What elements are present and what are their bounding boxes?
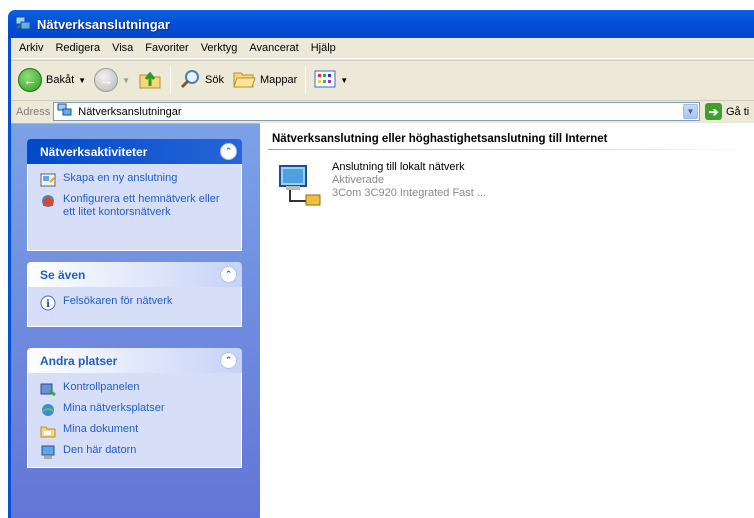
menu-arkiv[interactable]: Arkiv [13,42,49,54]
sidebar-item-control-panel[interactable]: Kontrollpanelen [40,381,231,397]
window-title: Nätverksanslutningar [37,16,170,32]
address-bar: Adress Nätverksanslutningar ▼ ➔ Gå ti [11,100,754,122]
sidebar-item-new-connection[interactable]: Skapa en ny anslutning [40,172,231,188]
other-places-title: Andra platser [40,353,118,368]
task-pane: Nätverksaktiviteter ⌃ Skapa en ny anslut… [11,123,260,518]
my-documents-icon [40,423,56,439]
sidebar-item-label: Kontrollpanelen [63,381,140,393]
back-button[interactable]: ← Bakåt ▼ [14,65,90,95]
svg-text:i: i [46,299,50,310]
views-icon [314,69,336,92]
up-folder-button[interactable] [134,65,166,95]
info-icon: i [40,295,56,311]
menu-bar: Arkiv Redigera Visa Favoriter Verktyg Av… [11,38,754,59]
address-dropdown-icon[interactable]: ▼ [683,104,698,119]
menu-visa[interactable]: Visa [106,42,139,54]
network-tasks-body: Skapa en ny anslutning Konfigurera ett h… [27,164,242,251]
sidebar-item-label: Mina nätverksplatser [63,402,165,414]
network-tasks-header[interactable]: Nätverksaktiviteter ⌃ [27,139,242,164]
folders-label: Mappar [259,74,298,86]
search-label: Sök [204,74,224,86]
network-tasks-group: Nätverksaktiviteter ⌃ Skapa en ny anslut… [27,139,242,251]
see-also-group: Se även ⌃ i Felsökaren för nätverk [27,262,242,327]
menu-redigera[interactable]: Redigera [49,42,106,54]
sidebar-item-label: Felsökaren för nätverk [63,295,173,307]
go-arrow-icon: ➔ [705,103,722,120]
sidebar-item-label: Mina dokument [63,423,139,435]
collapse-chevron-icon[interactable]: ⌃ [220,266,237,283]
sidebar-item-my-documents[interactable]: Mina dokument [40,423,231,439]
lan-connection-icon [276,161,324,209]
back-arrow-icon: ← [18,68,42,92]
toolbar-separator [169,67,171,93]
views-dropdown-icon: ▼ [340,75,349,85]
network-connections-icon [14,14,32,35]
sidebar-item-label: Den här datorn [63,444,137,456]
other-places-group: Andra platser ⌃ Kontrollpanelen Mina nät… [27,348,242,468]
toolbar-separator [305,67,307,93]
forward-dropdown-icon[interactable]: ▼ [122,76,130,85]
sidebar-item-home-network[interactable]: Konfigurera ett hemnätverk eller ett lit… [40,193,231,219]
sidebar-item-label: Konfigurera ett hemnätverk eller ett lit… [63,193,220,218]
forward-button[interactable]: → ▼ [90,65,134,95]
see-also-body: i Felsökaren för nätverk [27,287,242,327]
title-bar[interactable]: Nätverksanslutningar [8,10,754,38]
menu-hjalp[interactable]: Hjälp [305,42,342,54]
sidebar-item-network-places[interactable]: Mina nätverksplatser [40,402,231,418]
my-computer-icon [40,444,56,460]
folders-button[interactable]: Mappar [228,65,301,95]
search-icon [179,68,201,93]
other-places-body: Kontrollpanelen Mina nätverksplatser Min… [27,373,242,468]
home-network-icon [40,193,56,209]
file-list-area[interactable]: Nätverksanslutning eller höghastighetsan… [260,123,754,518]
new-connection-icon [40,172,56,188]
go-label: Gå ti [726,105,750,118]
address-label: Adress [16,105,51,118]
section-divider [268,149,754,150]
connection-item[interactable]: Anslutning till lokalt nätverk Aktiverad… [276,161,486,209]
menu-verktyg[interactable]: Verktyg [195,42,244,54]
sidebar-item-label: Skapa en ny anslutning [63,172,178,184]
see-also-header[interactable]: Se även ⌃ [27,262,242,287]
address-input[interactable]: Nätverksanslutningar ▼ [53,102,700,121]
see-also-title: Se även [40,267,86,282]
sidebar-item-my-computer[interactable]: Den här datorn [40,444,231,460]
folders-icon [232,68,256,93]
go-button[interactable]: ➔ Gå ti [700,103,754,120]
back-dropdown-icon[interactable]: ▼ [78,76,86,85]
forward-arrow-icon: → [94,68,119,92]
connection-status: Aktiverade [332,174,384,186]
window-frame: Arkiv Redigera Visa Favoriter Verktyg Av… [8,38,754,518]
up-folder-icon [138,67,162,94]
collapse-chevron-icon[interactable]: ⌃ [220,143,237,160]
control-panel-icon [40,381,56,397]
network-tasks-title: Nätverksaktiviteter [40,144,148,159]
address-location-icon [57,102,73,121]
back-label: Bakåt [46,74,75,86]
network-places-icon [40,402,56,418]
views-button[interactable]: ▼ [310,65,352,95]
sidebar-item-network-troubleshooter[interactable]: i Felsökaren för nätverk [40,295,231,311]
collapse-chevron-icon[interactable]: ⌃ [220,352,237,369]
menu-avancerat[interactable]: Avancerat [243,42,304,54]
connection-device: 3Com 3C920 Integrated Fast ... [332,187,487,199]
menu-favoriter[interactable]: Favoriter [139,42,194,54]
section-title: Nätverksanslutning eller höghastighetsan… [272,133,608,145]
connection-name: Anslutning till lokalt nätverk [332,161,465,173]
address-value: Nätverksanslutningar [78,105,182,118]
search-button[interactable]: Sök [175,65,228,95]
other-places-header[interactable]: Andra platser ⌃ [27,348,242,373]
toolbar: ← Bakåt ▼ → ▼ Sök Mappar ▼ [11,60,754,99]
